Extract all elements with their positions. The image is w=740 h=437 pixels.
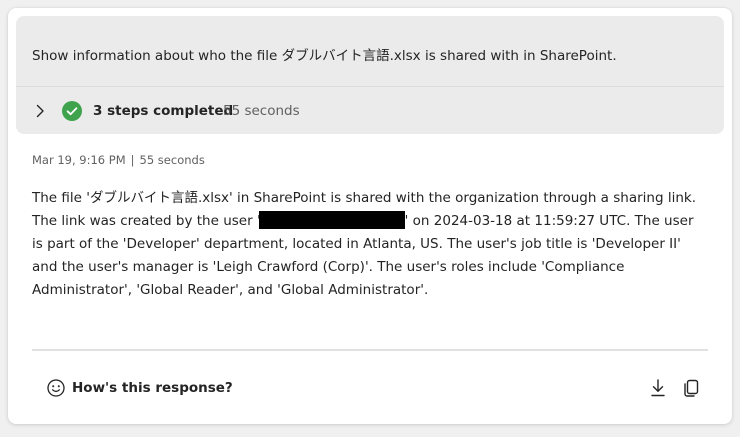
steps-duration: 55 seconds (223, 103, 300, 119)
download-button[interactable] (646, 376, 670, 400)
response-meta: Mar 19, 9:16 PM | 55 seconds (32, 152, 205, 168)
copy-button[interactable] (679, 376, 703, 400)
user-prompt-block: Show information about who the file ダブルバ… (16, 16, 724, 134)
download-icon[interactable] (646, 376, 670, 400)
smile-icon[interactable] (46, 378, 66, 398)
copy-icon[interactable] (679, 376, 703, 400)
response-duration: 55 seconds (139, 153, 205, 167)
redacted-user-name (258, 211, 405, 229)
steps-expander[interactable]: 3 steps completed 55 seconds (16, 87, 724, 134)
user-prompt-text: Show information about who the file ダブルバ… (32, 48, 617, 64)
response-timestamp: Mar 19, 9:16 PM (32, 153, 126, 167)
check-circle-icon (62, 101, 82, 121)
feedback-label: How's this response? (72, 380, 233, 396)
footer-divider (32, 349, 708, 351)
steps-completed-label: 3 steps completed (93, 103, 234, 119)
response-text: The file 'ダブルバイト言語.xlsx' in SharePoint i… (32, 187, 700, 302)
chat-response-card: Show information about who the file ダブルバ… (8, 8, 732, 424)
chevron-right-icon[interactable] (33, 104, 47, 118)
meta-separator: | (130, 153, 135, 167)
